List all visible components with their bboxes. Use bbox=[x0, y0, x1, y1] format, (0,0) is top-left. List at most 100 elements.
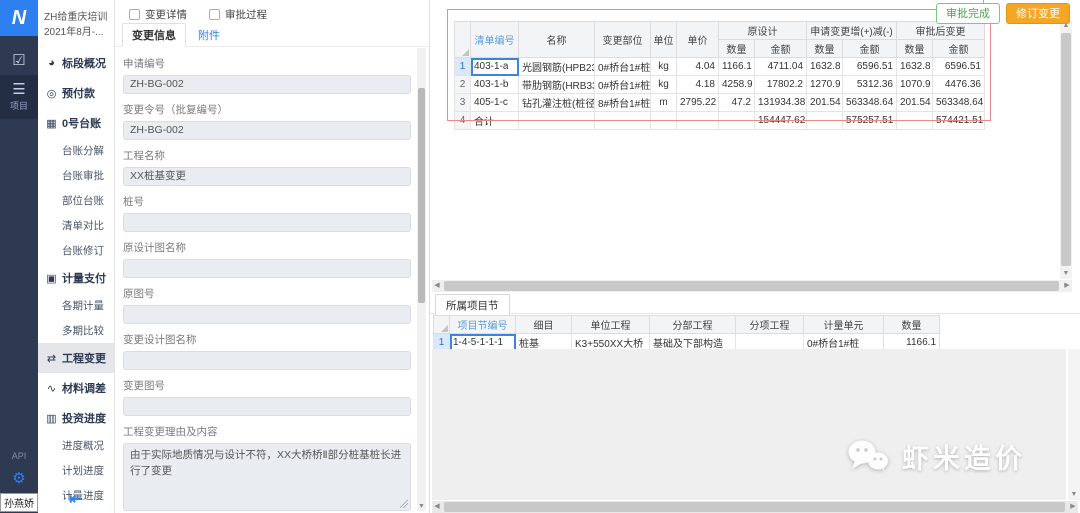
bottom-hscroll-thumb[interactable] bbox=[444, 502, 1065, 512]
rail-item-tasks[interactable]: ☑ bbox=[0, 46, 38, 75]
field-input-变更图号[interactable] bbox=[123, 397, 411, 416]
approve-complete-button[interactable]: 审批完成 bbox=[936, 3, 1000, 24]
checkbox-审批过程[interactable]: 审批过程 bbox=[209, 7, 267, 22]
cell[interactable]: 5312.36 bbox=[843, 76, 897, 94]
field-input-变更令号（批复编号）[interactable]: ZH-BG-002 bbox=[123, 121, 411, 140]
bottom-vertical-scrollbar[interactable]: ▼ bbox=[1068, 349, 1080, 500]
cell[interactable]: 0#桥台1#桩 bbox=[595, 76, 651, 94]
form-scrollbar-down-icon[interactable]: ▼ bbox=[417, 503, 426, 511]
app-logo[interactable]: N bbox=[0, 0, 38, 36]
cell[interactable]: 563348.64 bbox=[843, 94, 897, 112]
cell[interactable] bbox=[897, 112, 933, 130]
cell[interactable]: 201.54 bbox=[807, 94, 843, 112]
cell[interactable]: 2795.22 bbox=[677, 94, 719, 112]
sidebar-item-标段概况[interactable]: ◕标段概况 bbox=[38, 48, 114, 78]
sidebar-item-投资进度[interactable]: ▥投资进度 bbox=[38, 403, 114, 433]
cell[interactable] bbox=[719, 112, 755, 130]
checkbox-变更详情[interactable]: 变更详情 bbox=[129, 7, 187, 22]
tab-变更信息[interactable]: 变更信息 bbox=[122, 23, 186, 47]
cell[interactable]: 154447.62 bbox=[755, 112, 807, 130]
field-input-桩号[interactable] bbox=[123, 213, 411, 232]
cell[interactable]: kg bbox=[651, 58, 677, 76]
field-input-工程名称[interactable]: XX桩基变更 bbox=[123, 167, 411, 186]
sidebar-item-计量支付[interactable]: ▣计量支付 bbox=[38, 263, 114, 293]
cell[interactable]: 574421.51 bbox=[933, 112, 985, 130]
cell[interactable]: 563348.64 bbox=[933, 94, 985, 112]
tab-附件[interactable]: 附件 bbox=[189, 24, 229, 46]
bottom-horizontal-scrollbar[interactable]: ◀ ▶ bbox=[432, 501, 1078, 513]
field-input-申请编号[interactable]: ZH-BG-002 bbox=[123, 75, 411, 94]
checkbox-box-icon[interactable] bbox=[209, 9, 220, 20]
cell[interactable]: 17802.2 bbox=[755, 76, 807, 94]
sidebar-collapse-icon[interactable]: ⇤ bbox=[38, 489, 114, 509]
top-vscroll-thumb[interactable] bbox=[1061, 33, 1071, 266]
cell[interactable]: 575257.51 bbox=[843, 112, 897, 130]
bottom-scroll-right-icon[interactable]: ▶ bbox=[1068, 501, 1078, 513]
settings-gear-icon[interactable]: ⚙ bbox=[0, 469, 38, 487]
sidebar-item-多期比较[interactable]: 多期比较 bbox=[38, 318, 114, 343]
form-scrollbar[interactable]: ▼ bbox=[417, 48, 426, 511]
cell[interactable]: 1632.8 bbox=[897, 58, 933, 76]
cell[interactable]: 1166.1 bbox=[719, 58, 755, 76]
row-number[interactable]: 1 bbox=[455, 58, 471, 76]
cell[interactable]: kg bbox=[651, 76, 677, 94]
cell[interactable]: 4.18 bbox=[677, 76, 719, 94]
scroll-left-icon[interactable]: ◀ bbox=[432, 280, 442, 292]
cell[interactable] bbox=[807, 112, 843, 130]
cell[interactable]: m bbox=[651, 94, 677, 112]
rail-item-project[interactable]: ☰ 项目 bbox=[0, 75, 38, 119]
cell[interactable]: 403-1-b bbox=[471, 76, 519, 94]
bottom-scroll-left-icon[interactable]: ◀ bbox=[432, 501, 442, 513]
cell[interactable]: 钻孔灌注桩(桩径1.6m bbox=[519, 94, 595, 112]
resize-grip-icon[interactable] bbox=[400, 500, 408, 508]
top-horizontal-scrollbar[interactable]: ◀ ▶ bbox=[432, 280, 1072, 292]
sidebar-item-部位台账[interactable]: 部位台账 bbox=[38, 188, 114, 213]
sidebar-item-预付款[interactable]: ◎预付款 bbox=[38, 78, 114, 108]
cell[interactable] bbox=[677, 112, 719, 130]
scroll-down-icon[interactable]: ▼ bbox=[1060, 269, 1072, 279]
cell[interactable]: 6596.51 bbox=[933, 58, 985, 76]
top-hscroll-thumb[interactable] bbox=[444, 281, 1059, 291]
cell[interactable]: 合计 bbox=[471, 112, 519, 130]
node-select-all-corner[interactable] bbox=[434, 316, 450, 334]
cell[interactable]: 405-1-c bbox=[471, 94, 519, 112]
select-all-corner[interactable] bbox=[455, 22, 471, 58]
cell[interactable]: 4476.36 bbox=[933, 76, 985, 94]
field-input-变更设计图名称[interactable] bbox=[123, 351, 411, 370]
cell[interactable]: 201.54 bbox=[897, 94, 933, 112]
cell[interactable]: 0#桥台1#桩 bbox=[595, 58, 651, 76]
user-name-tag[interactable]: 孙燕娇 bbox=[0, 493, 38, 512]
cell[interactable]: 131934.38 bbox=[755, 94, 807, 112]
revise-change-button[interactable]: 修订变更 bbox=[1006, 3, 1070, 24]
cell[interactable]: 4711.04 bbox=[755, 58, 807, 76]
cell[interactable]: 1270.9 bbox=[807, 76, 843, 94]
cell[interactable] bbox=[519, 112, 595, 130]
row-number[interactable]: 4 bbox=[455, 112, 471, 130]
cell[interactable]: 1632.8 bbox=[807, 58, 843, 76]
sidebar-item-工程变更[interactable]: ⇄工程变更 bbox=[38, 343, 114, 373]
bottom-scroll-down-icon[interactable]: ▼ bbox=[1068, 490, 1080, 500]
cell[interactable]: 403-1-a bbox=[471, 58, 519, 76]
sidebar-item-台账分解[interactable]: 台账分解 bbox=[38, 138, 114, 163]
cell[interactable]: 8#桥台1#桩 bbox=[595, 94, 651, 112]
cell[interactable]: 带肋钢筋(HRB335、H bbox=[519, 76, 595, 94]
sidebar-item-计划进度[interactable]: 计划进度 bbox=[38, 458, 114, 483]
form-scrollbar-thumb[interactable] bbox=[418, 88, 425, 303]
cell[interactable]: 4258.9 bbox=[719, 76, 755, 94]
field-input-原图号[interactable] bbox=[123, 305, 411, 324]
project-title[interactable]: ZH给重庆培训 2021年8月-... bbox=[38, 0, 114, 48]
top-vertical-scrollbar[interactable]: ▲ ▼ bbox=[1060, 21, 1072, 279]
scroll-right-icon[interactable]: ▶ bbox=[1062, 280, 1072, 292]
cell[interactable]: 1070.9 bbox=[897, 76, 933, 94]
cell[interactable]: 6596.51 bbox=[843, 58, 897, 76]
cell[interactable]: 4.04 bbox=[677, 58, 719, 76]
cell[interactable]: 47.2 bbox=[719, 94, 755, 112]
sidebar-item-台账审批[interactable]: 台账审批 bbox=[38, 163, 114, 188]
cell[interactable]: 光圆钢筋(HPB235、H bbox=[519, 58, 595, 76]
field-textarea-工程变更理由及内容[interactable]: 由于实际地质情况与设计不符，XX大桥桥Ⅱ部分桩基桩长进行了变更 bbox=[123, 443, 411, 511]
row-number[interactable]: 3 bbox=[455, 94, 471, 112]
cell[interactable] bbox=[595, 112, 651, 130]
tab-project-node[interactable]: 所属项目节 bbox=[435, 294, 510, 317]
checkbox-box-icon[interactable] bbox=[129, 9, 140, 20]
sidebar-item-进度概况[interactable]: 进度概况 bbox=[38, 433, 114, 458]
